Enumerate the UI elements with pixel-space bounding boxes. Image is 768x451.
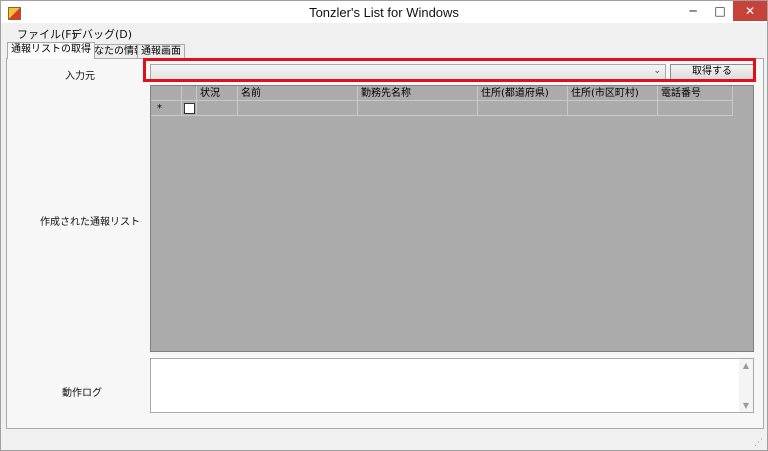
cell-name[interactable] bbox=[238, 101, 358, 116]
input-source-label: 入力元 bbox=[65, 71, 95, 82]
column-header-city[interactable]: 住所(市区町村) bbox=[568, 86, 658, 101]
cell-city[interactable] bbox=[568, 101, 658, 116]
cell-phone[interactable] bbox=[658, 101, 733, 116]
report-list-grid[interactable]: 状況 名前 勤務先名称 住所(都道府県) 住所(市区町村) 電話番号 * bbox=[150, 85, 754, 352]
log-scrollbar[interactable]: ▲ ▼ bbox=[739, 359, 753, 412]
title-bar: Tonzler's List for Windows ─ □ ✕ bbox=[1, 1, 767, 23]
created-list-label: 作成された通報リスト bbox=[40, 217, 140, 228]
menu-debug[interactable]: デバッグ(D) bbox=[71, 26, 132, 42]
tab-fetch-list[interactable]: 通報リストの取得 bbox=[7, 42, 95, 59]
scroll-down-icon[interactable]: ▼ bbox=[739, 401, 753, 410]
app-window: Tonzler's List for Windows ─ □ ✕ ファイル(F)… bbox=[0, 0, 768, 451]
new-row-marker: * bbox=[151, 101, 182, 116]
tab-report-screen[interactable]: 通報画面 bbox=[137, 44, 185, 59]
menu-file[interactable]: ファイル(F) bbox=[17, 26, 76, 42]
resize-grip-icon[interactable]: ⋰ bbox=[754, 438, 763, 448]
column-header-status[interactable]: 状況 bbox=[197, 86, 238, 101]
log-textarea[interactable]: ▲ ▼ bbox=[150, 358, 754, 413]
status-bar: ⋰ bbox=[1, 431, 767, 450]
checkbox-column-header bbox=[182, 86, 197, 101]
cell-workplace[interactable] bbox=[358, 101, 478, 116]
scroll-up-icon[interactable]: ▲ bbox=[739, 361, 753, 370]
close-button[interactable]: ✕ bbox=[733, 1, 767, 21]
column-header-workplace[interactable]: 勤務先名称 bbox=[358, 86, 478, 101]
window-title: Tonzler's List for Windows bbox=[309, 5, 459, 20]
column-header-name[interactable]: 名前 bbox=[238, 86, 358, 101]
maximize-button[interactable]: □ bbox=[707, 1, 733, 21]
column-header-prefecture[interactable]: 住所(都道府県) bbox=[478, 86, 568, 101]
menu-bar: ファイル(F) デバッグ(D) bbox=[1, 24, 767, 42]
cell-prefecture[interactable] bbox=[478, 101, 568, 116]
column-header-phone[interactable]: 電話番号 bbox=[658, 86, 733, 101]
row-checkbox-cell[interactable] bbox=[182, 101, 197, 116]
log-label: 動作ログ bbox=[62, 388, 102, 399]
row-header-corner bbox=[151, 86, 182, 101]
row-checkbox[interactable] bbox=[184, 103, 195, 114]
minimize-button[interactable]: ─ bbox=[679, 1, 707, 21]
cell-status[interactable] bbox=[197, 101, 238, 116]
highlight-box bbox=[143, 58, 756, 82]
